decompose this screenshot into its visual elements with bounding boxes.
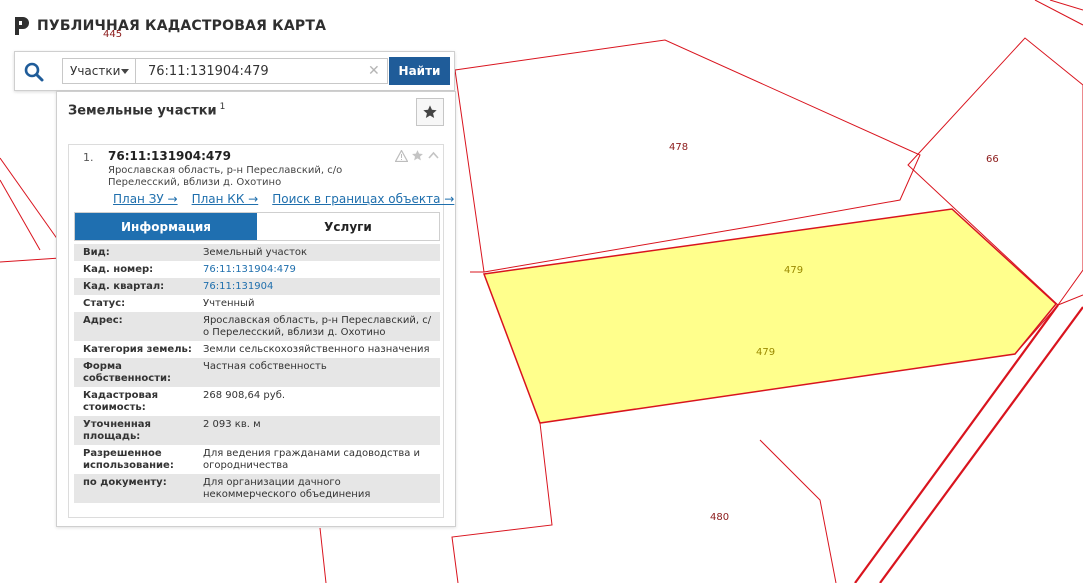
result-links: План ЗУ → План КК → Поиск в границах объ… [113,192,454,206]
prop-row-ownership: Форма собственности: Частная собственнос… [74,358,440,387]
logo-icon [15,17,29,35]
warning-icon[interactable] [395,149,408,162]
prop-key: Кадастровая стоимость: [83,390,158,413]
prop-row-type: Вид: Земельный участок [74,244,440,261]
parcel-boundary [759,439,837,583]
prop-key: Уточненная площадь: [83,419,151,442]
prop-value: Частная собственность [203,361,327,372]
link-plan-zu[interactable]: План ЗУ → [113,192,178,206]
prop-value-link[interactable]: 76:11:131904 [194,278,440,295]
parcel-479-selected [482,208,1058,424]
link-plan-kk[interactable]: План КК → [192,192,259,206]
parcel-boundary [0,257,61,263]
star-icon[interactable] [411,149,424,162]
prop-row-cad-quarter: Кад. квартал: 76:11:131904 [74,278,440,295]
prop-key: по документу: [83,477,167,488]
panel-title: Земельные участки 1 [68,102,226,119]
result-tools [395,149,440,162]
prop-key: Кад. квартал: [83,281,165,292]
prop-row-land-category: Категория земель: Земли сельскохозяйстве… [74,341,440,358]
parcel-boundary [451,422,553,583]
prop-key: Вид: [83,247,110,258]
result-count: 1 [219,102,226,112]
prop-value: Ярославская область, р-н Переславский, с… [203,315,432,338]
chevron-up-icon[interactable] [427,149,440,162]
prop-value: 268 908,64 руб. [203,390,286,401]
results-panel: Земельные участки 1 1. 76:11:131904:479 Я… [56,91,456,527]
chevron-down-icon [121,69,129,74]
search-icon[interactable] [23,61,45,83]
result-number: 1. [83,151,94,164]
prop-value: Учтенный [203,298,255,309]
prop-row-address: Адрес: Ярославская область, р-н Переслав… [74,312,440,341]
tab-information[interactable]: Информация [75,213,257,240]
favorites-button[interactable] [416,98,444,126]
find-button[interactable]: Найти [389,57,450,85]
prop-key: Форма собственности: [83,361,172,384]
map-label-480: 480 [710,512,729,523]
prop-key: Статус: [83,298,126,309]
parcel-boundary [1049,0,1083,11]
prop-key: Адрес: [83,315,123,326]
prop-row-area: Уточненная площадь: 2 093 кв. м [74,416,440,445]
parcel-boundary [0,157,59,241]
result-cad-id[interactable]: 76:11:131904:479 [108,149,231,163]
result-address: Ярославская область, р-н Переславский, с… [108,165,343,188]
link-search-within[interactable]: Поиск в границах объекта → [272,192,454,206]
tab-services[interactable]: Услуги [257,213,439,240]
clear-icon[interactable]: ✕ [368,62,380,80]
map-label-479: 479 [756,347,775,358]
prop-key: Разрешенное использование: [83,448,174,471]
prop-key: Кад. номер: [83,264,154,275]
prop-key: Категория земель: [83,344,192,355]
prop-row-status: Статус: Учтенный [74,295,440,312]
prop-value: 2 093 кв. м [203,419,261,430]
prop-row-cad-number: Кад. номер: 76:11:131904:479 [74,261,440,278]
prop-row-by-document: по документу: Для организации дачного не… [74,474,440,503]
prop-value: Для организации дачного некоммерческого … [203,477,371,500]
map-label-66: 66 [986,154,999,165]
search-bar: Участки ✕ Найти [14,51,455,91]
prop-value: Земельный участок [203,247,308,258]
prop-value: Земли сельскохозяйственного назначения [203,344,430,355]
app-title: ПУБЛИЧНАЯ КАДАСТРОВАЯ КАРТА [37,18,327,34]
search-input[interactable] [136,58,388,84]
prop-row-permitted-use: Разрешенное использование: Для ведения г… [74,445,440,474]
parcel-boundary [319,527,327,583]
map-label-478: 478 [669,142,688,153]
map-label-479: 479 [784,265,803,276]
parcel-boundary [1034,0,1083,26]
star-icon [423,105,437,118]
search-type-value: Участки [70,64,121,78]
app-header: ПУБЛИЧНАЯ КАДАСТРОВАЯ КАРТА [14,14,326,38]
prop-value: Для ведения гражданами садоводства и ого… [203,448,421,471]
prop-row-cad-value: Кадастровая стоимость: 268 908,64 руб. [74,387,440,416]
result-tabs: Информация Услуги [74,212,440,241]
properties-table: Вид: Земельный участок Кад. номер: 76:11… [74,244,440,503]
result-card: 1. 76:11:131904:479 Ярославская область,… [68,144,454,518]
search-type-select[interactable]: Участки [62,58,136,84]
prop-value-link[interactable]: 76:11:131904:479 [194,261,440,278]
parcel-boundary [0,179,41,251]
